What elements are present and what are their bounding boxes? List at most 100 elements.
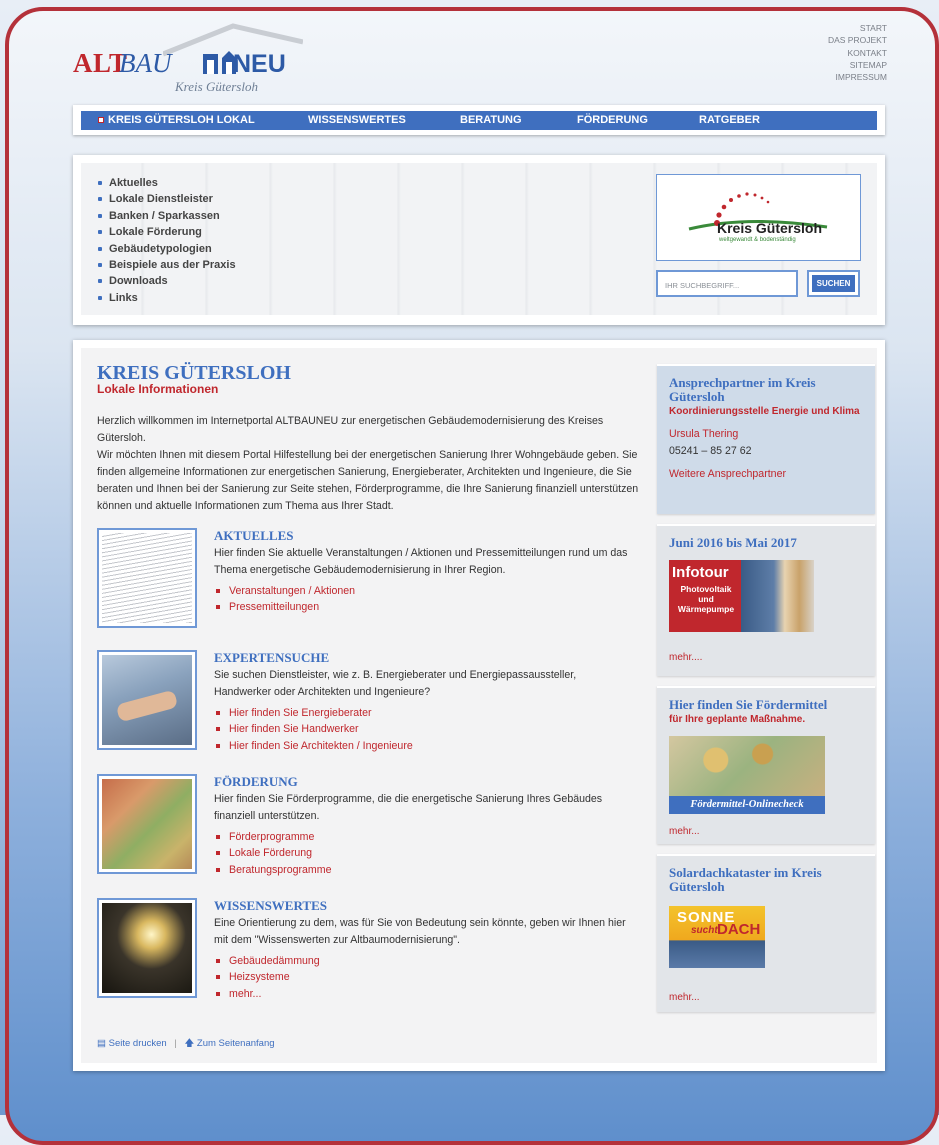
topnav-impressum[interactable]: IMPRESSUM <box>828 71 887 83</box>
search-input[interactable]: IHR SUCHBEGRIFF... <box>656 270 798 297</box>
foerdermittel-banner-label: Fördermittel-Onlinecheck <box>669 796 825 814</box>
nav-kreis-guetersloh-lokal[interactable]: KREIS GÜTERSLOH LOKAL <box>108 111 255 130</box>
solar-panel-photo <box>741 560 814 632</box>
subnav-item[interactable]: Beispiele aus der Praxis <box>97 257 236 273</box>
section-link[interactable]: Gebäudedämmung <box>214 953 320 969</box>
sonne-banner-line: sucht <box>691 925 718 936</box>
search-button-label: SUCHEN <box>812 275 855 292</box>
foerdermittel-box: Hier finden Sie Fördermittel für Ihre ge… <box>657 686 875 844</box>
main-nav-bar: KREIS GÜTERSLOH LOKAL WISSENSWERTES BERA… <box>81 111 877 130</box>
contact-title: Ansprechpartner im Kreis Gütersloh <box>669 375 816 404</box>
intro-paragraph: Wir möchten Ihnen mit diesem Portal Hilf… <box>97 449 639 512</box>
section-link[interactable]: Förderprogramme <box>214 829 331 845</box>
section-desc: Hier finden Sie Förderprogramme, die die… <box>214 793 603 822</box>
infotour-banner-title: Infotour <box>672 564 729 581</box>
contact-more-link[interactable]: Weitere Ansprechpartner <box>657 466 875 483</box>
kreis-logo-name: Kreis Gütersloh <box>717 220 823 236</box>
kreis-logo-arc-icon <box>688 192 828 231</box>
print-link[interactable]: Seite drucken <box>109 1038 167 1049</box>
kreis-guetersloh-logo[interactable]: Kreis Gütersloh weltgewandt & bodenständ… <box>656 174 861 261</box>
kreis-logo-slogan: weltgewandt & bodenständig <box>719 237 796 243</box>
sub-navigation: Aktuelles Lokale Dienstleister Banken / … <box>97 175 236 306</box>
infotour-box: Juni 2016 bis Mai 2017 Infotour Photovol… <box>657 524 875 676</box>
section-title[interactable]: AKTUELLES <box>214 528 293 544</box>
section-links: Förderprogramme Lokale Förderung Beratun… <box>214 829 331 878</box>
subnav-item[interactable]: Lokale Förderung <box>97 224 236 240</box>
coins-photo <box>669 736 825 796</box>
logo-subtitle: Kreis Gütersloh <box>175 79 258 94</box>
foerdermittel-subtitle: für Ihre geplante Maßnahme. <box>669 714 806 725</box>
infotour-title: Juni 2016 bis Mai 2017 <box>669 535 797 550</box>
subnav-item[interactable]: Aktuelles <box>97 175 236 191</box>
search-button[interactable]: SUCHEN <box>807 270 860 297</box>
infotour-banner-line: und <box>698 594 714 604</box>
topnav-projekt[interactable]: DAS PROJEKT <box>828 34 887 46</box>
nav-beratung[interactable]: BERATUNG <box>460 111 522 130</box>
subnav-panel: Aktuelles Lokale Dienstleister Banken / … <box>73 155 885 325</box>
sonne-sucht-dach-banner[interactable]: SONNE sucht DACH <box>669 906 765 968</box>
intro-text: Herzlich willkommen im Internetportal AL… <box>97 413 642 515</box>
infotour-banner-line: Wärmepumpe <box>677 604 735 614</box>
section-link[interactable]: Hier finden Sie Architekten / Ingenieure <box>214 738 413 754</box>
intro-paragraph: Herzlich willkommen im Internetportal AL… <box>97 415 604 444</box>
section-aktuelles: AKTUELLES Hier finden Sie aktuelle Veran… <box>97 528 657 638</box>
topnav-sitemap[interactable]: SITEMAP <box>828 59 887 71</box>
section-link[interactable]: Heizsysteme <box>214 969 320 985</box>
section-title[interactable]: EXPERTENSUCHE <box>214 650 329 666</box>
section-link[interactable]: Hier finden Sie Handwerker <box>214 721 413 737</box>
top-link[interactable]: Zum Seitenanfang <box>197 1038 275 1049</box>
section-link[interactable]: Beratungsprogramme <box>214 862 331 878</box>
print-icon[interactable]: ▤ <box>97 1038 106 1049</box>
section-title[interactable]: FÖRDERUNG <box>214 774 298 790</box>
main-content: KREIS GÜTERSLOH Lokale Informationen Her… <box>73 340 885 1071</box>
arrow-up-icon[interactable]: 🡅 <box>184 1038 194 1049</box>
section-link[interactable]: mehr... <box>214 986 320 1002</box>
infotour-more-link[interactable]: mehr.... <box>669 652 702 663</box>
section-foerderung: FÖRDERUNG Hier finden Sie Förderprogramm… <box>97 774 657 884</box>
foerdermittel-title: Hier finden Sie Fördermittel <box>669 697 828 712</box>
foerdermittel-more-link[interactable]: mehr... <box>669 826 700 837</box>
section-title[interactable]: WISSENSWERTES <box>214 898 327 914</box>
subnav-item[interactable]: Gebäudetypologien <box>97 241 236 257</box>
subnav-item[interactable]: Links <box>97 290 236 306</box>
topnav-kontakt[interactable]: KONTAKT <box>828 47 887 59</box>
topnav-start[interactable]: START <box>828 22 887 34</box>
banknotes-image[interactable] <box>97 774 197 874</box>
active-marker-icon <box>98 117 104 123</box>
section-links: Hier finden Sie Energieberater Hier find… <box>214 705 413 754</box>
lightbulb-image[interactable] <box>97 898 197 998</box>
nav-ratgeber[interactable]: RATGEBER <box>699 111 760 130</box>
subnav-item[interactable]: Downloads <box>97 273 236 289</box>
section-link[interactable]: Veranstaltungen / Aktionen <box>214 583 355 599</box>
section-link[interactable]: Hier finden Sie Energieberater <box>214 705 413 721</box>
section-desc: Eine Orientierung zu dem, was für Sie vo… <box>214 917 626 946</box>
section-expertensuche: EXPERTENSUCHE Sie suchen Dienstleister, … <box>97 650 657 760</box>
solardach-more-link[interactable]: mehr... <box>669 992 700 1003</box>
section-links: Veranstaltungen / Aktionen Pressemitteil… <box>214 583 355 616</box>
section-links: Gebäudedämmung Heizsysteme mehr... <box>214 953 320 1002</box>
page-subtitle: Lokale Informationen <box>97 382 219 396</box>
page-footer-links: ▤ Seite drucken | 🡅 Zum Seitenanfang <box>97 1036 275 1052</box>
solardach-title: Solardachkataster im Kreis Gütersloh <box>669 865 822 894</box>
infotour-banner[interactable]: Infotour Photovoltaik und Wärmepumpe <box>669 560 814 632</box>
foerdermittel-banner[interactable]: Fördermittel-Onlinecheck <box>669 736 825 814</box>
newspaper-image[interactable] <box>97 528 197 628</box>
sonne-banner-line: DACH <box>717 921 761 938</box>
infotour-banner-line: Photovoltaik <box>680 584 732 594</box>
contact-phone: 05241 – 85 27 62 <box>669 445 752 457</box>
main-navigation: KREIS GÜTERSLOH LOKAL WISSENSWERTES BERA… <box>73 105 885 135</box>
handshake-image[interactable] <box>97 650 197 750</box>
footer-separator: | <box>174 1038 177 1049</box>
subnav-item[interactable]: Banken / Sparkassen <box>97 208 236 224</box>
section-link[interactable]: Pressemitteilungen <box>214 599 355 615</box>
subnav-item[interactable]: Lokale Dienstleister <box>97 191 236 207</box>
logo-neu: NEU <box>233 50 286 78</box>
section-link[interactable]: Lokale Förderung <box>214 845 331 861</box>
logo-bau: BAU <box>119 48 172 78</box>
altbauneu-logo[interactable]: ALT BAU NEU Kreis Gütersloh <box>73 22 313 102</box>
top-navigation: START DAS PROJEKT KONTAKT SITEMAP IMPRES… <box>828 22 887 83</box>
section-desc: Hier finden Sie aktuelle Veranstaltungen… <box>214 547 628 576</box>
contact-person[interactable]: Ursula Thering <box>657 426 875 443</box>
nav-foerderung[interactable]: FÖRDERUNG <box>577 111 648 130</box>
nav-wissenswertes[interactable]: WISSENSWERTES <box>308 111 406 130</box>
